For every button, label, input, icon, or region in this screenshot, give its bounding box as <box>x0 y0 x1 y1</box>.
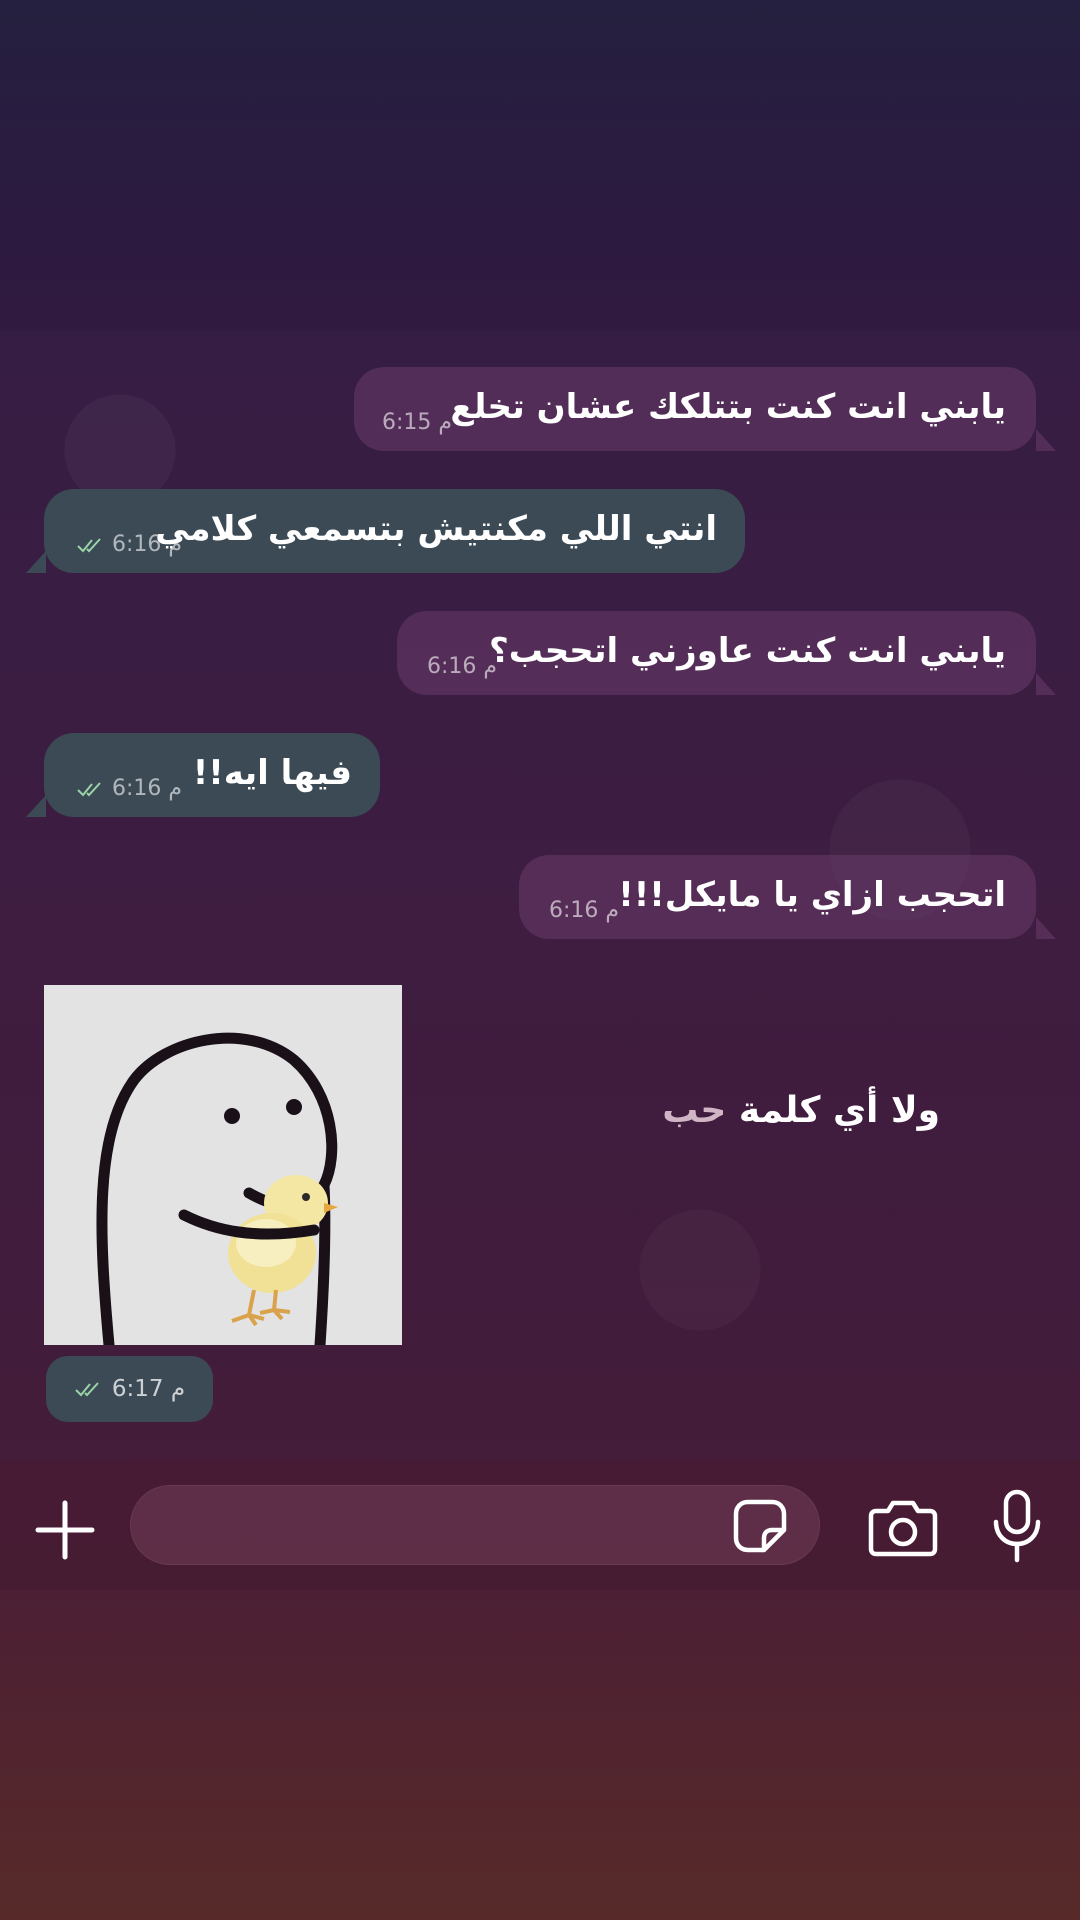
bubble-tail <box>26 795 46 817</box>
double-check-icon <box>77 537 101 552</box>
time-label: 6:17 م <box>111 1376 186 1402</box>
message-input[interactable] <box>130 1485 820 1565</box>
message-bubble-outgoing[interactable]: انتي اللي مكنتيش بتسمعي كلامي 6:16 م <box>44 489 745 573</box>
sticker-icon[interactable] <box>732 1498 788 1554</box>
time-label: 6:16 م <box>427 654 498 679</box>
message-text: اتحجب ازاي يا مايكل!!! <box>618 875 1006 915</box>
status-bar-area <box>0 0 1080 330</box>
message-text: انتي اللي مكنتيش بتسمعي كلامي <box>155 509 717 549</box>
microphone-icon[interactable] <box>990 1488 1044 1564</box>
camera-icon[interactable] <box>868 1495 938 1559</box>
sticker-time-badge: 6:17 م <box>46 1356 213 1422</box>
message-text: فيها ايه!! <box>192 753 352 793</box>
message-time: 6:16 م <box>76 532 182 557</box>
bubble-tail <box>1036 429 1056 451</box>
time-label: 6:16 م <box>112 776 183 801</box>
message-bubble-outgoing[interactable]: فيها ايه!! 6:16 م <box>44 733 380 817</box>
message-text: يابني انت كنت بتتلكك عشان تخلع <box>450 387 1006 427</box>
bubble-tail <box>1036 917 1056 939</box>
message-input-bar <box>0 1460 1080 1590</box>
time-label: 6:16 م <box>112 532 183 557</box>
message-bubble-incoming[interactable]: يابني انت كنت عاوزني اتحجب؟ 6:16 م <box>397 611 1036 695</box>
message-text: يابني انت كنت عاوزني اتحجب؟ <box>489 631 1006 671</box>
bubble-tail <box>26 551 46 573</box>
double-check-icon <box>75 1382 99 1397</box>
message-time: 6:16 م <box>427 654 497 679</box>
double-check-icon <box>77 781 101 796</box>
message-bubble-incoming[interactable]: اتحجب ازاي يا مايكل!!! 6:16 م <box>519 855 1036 939</box>
time-label: 6:15 م <box>382 410 453 435</box>
message-time: 6:16 م <box>76 776 182 801</box>
message-time: 6:16 م <box>549 898 619 923</box>
plus-icon[interactable] <box>30 1495 100 1565</box>
sticker-message[interactable] <box>44 985 402 1351</box>
hug-sticker-image <box>44 985 402 1351</box>
caption-highlight: حب <box>662 1090 727 1131</box>
time-label: 6:16 م <box>549 898 620 923</box>
caption-text: ولا أي كلمة <box>726 1090 940 1131</box>
message-bubble-incoming[interactable]: يابني انت كنت بتتلكك عشان تخلع 6:15 م <box>354 367 1036 451</box>
bubble-tail <box>1036 673 1056 695</box>
message-time: 6:15 م <box>382 410 452 435</box>
bottom-background <box>0 1590 1080 1920</box>
overlay-caption: ولا أي كلمة حب <box>640 1090 940 1131</box>
